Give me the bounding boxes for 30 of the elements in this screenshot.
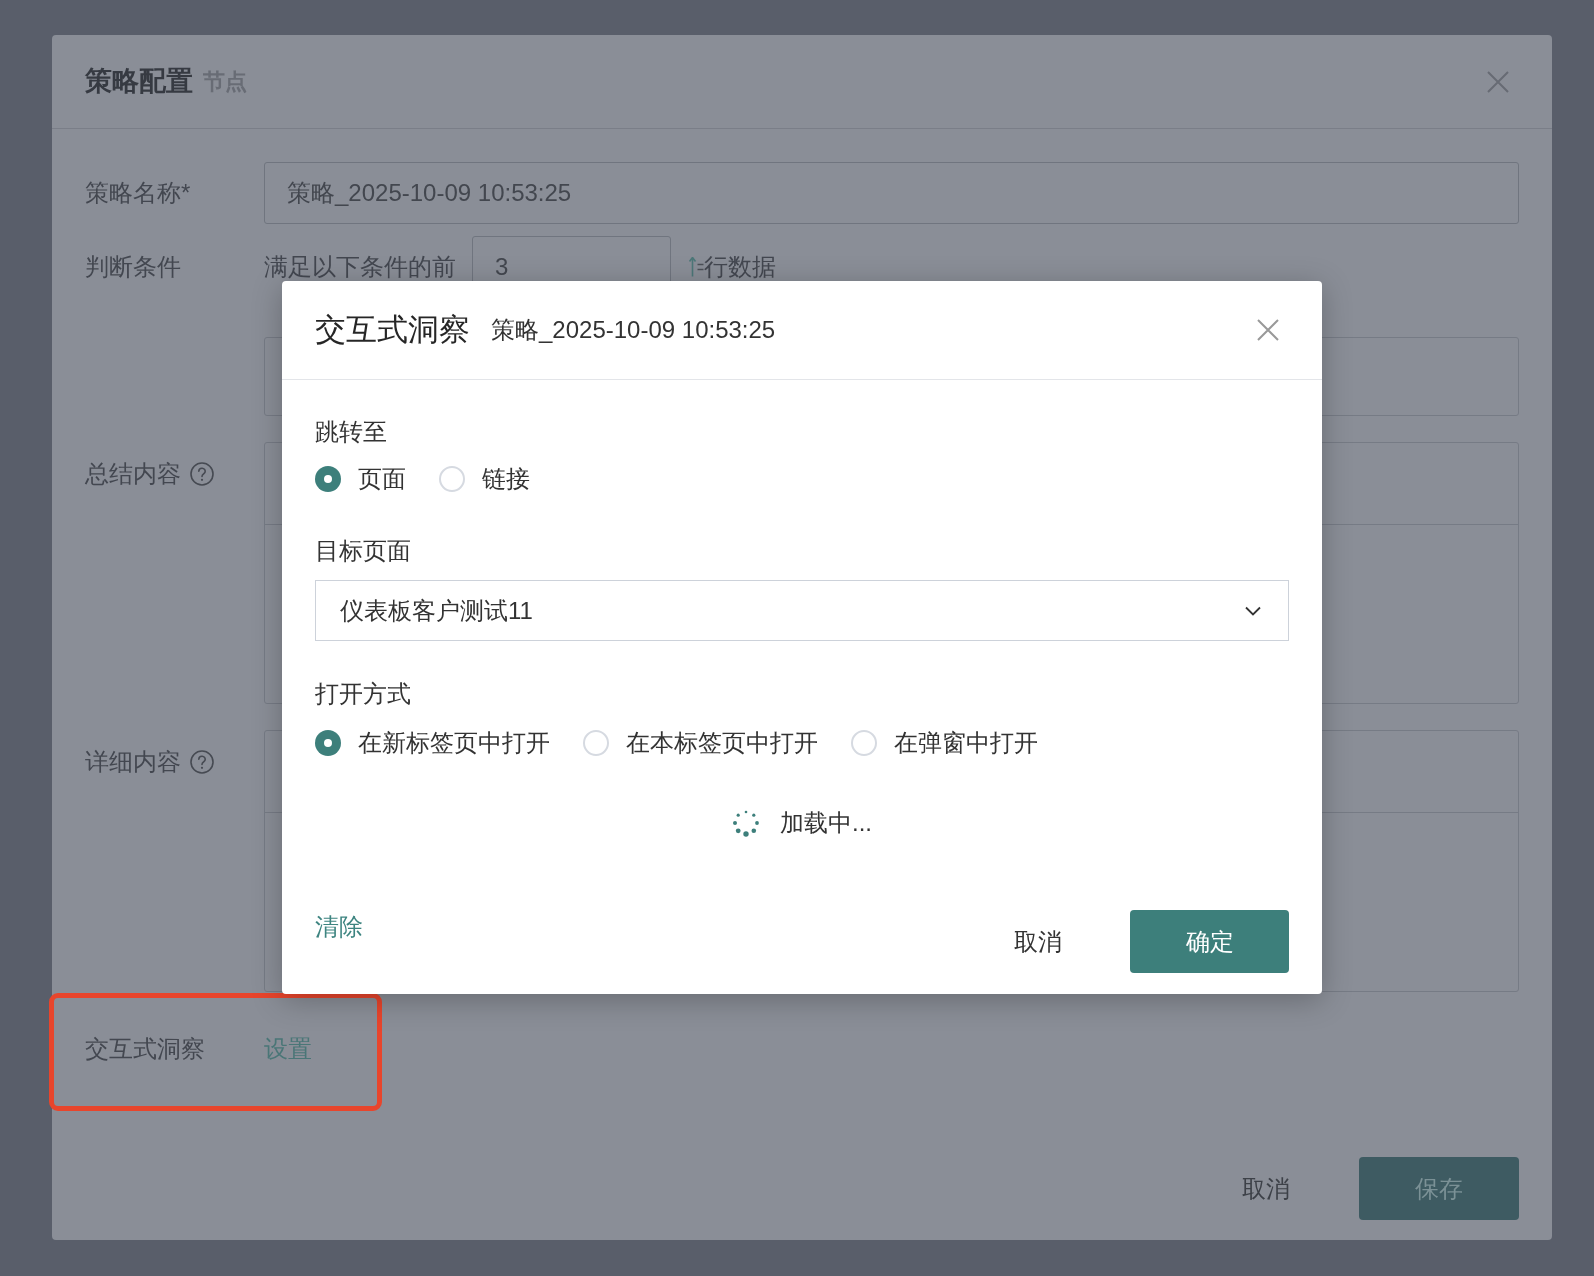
radio-option[interactable]: 在弹窗中打开 [851,727,1038,759]
page-select[interactable]: 仪表板客户测试11 [315,580,1289,641]
section-label: 目标页面 [315,537,411,564]
cancel-button[interactable]: 取消 [1014,925,1062,958]
chevron-down-icon [1245,605,1261,616]
close-icon[interactable] [1257,319,1279,341]
modal-title: 交互式洞察 [315,310,470,349]
loading-text: 加载中... [780,808,872,838]
help-icon[interactable] [190,750,214,774]
condition-text: 行数据 [704,252,776,282]
condition-text: 满足以下条件的前 [264,252,456,282]
field-label: 交互式洞察 [85,1035,205,1062]
radio-option[interactable]: 在本标签页中打开 [583,727,818,759]
radio-option[interactable]: 链接 [439,463,530,495]
dialog-title: 策略配置 [85,65,193,99]
field-label: 判断条件 [85,253,181,280]
modal-subtitle: 策略_2025-10-09 10:53:25 [491,315,776,345]
section-label: 打开方式 [315,680,411,707]
radio-option[interactable]: 页面 [315,463,406,495]
help-icon[interactable] [190,462,214,486]
clear-link[interactable]: 清除 [315,911,363,943]
section-label: 跳转至 [315,418,387,445]
field-label: 策略名称* [85,179,191,206]
confirm-button[interactable]: 确定 [1130,910,1289,973]
radio-option[interactable]: 在新标签页中打开 [315,727,550,759]
close-icon[interactable] [1487,70,1509,93]
arrow-lines-icon [689,257,704,277]
field-label: 总结内容 [85,459,181,489]
spinner-icon [732,809,760,837]
field-label: 详细内容 [85,747,181,777]
